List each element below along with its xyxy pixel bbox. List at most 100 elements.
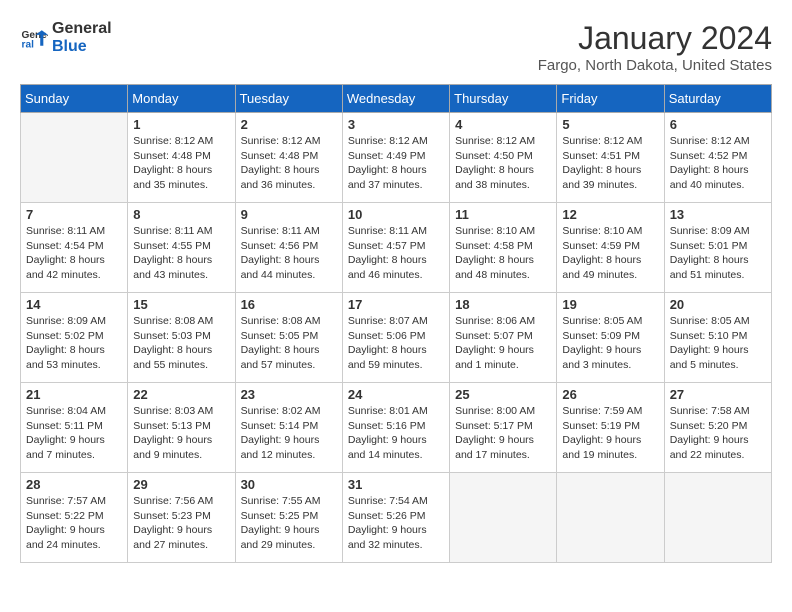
day-info: Sunrise: 8:11 AMSunset: 4:55 PMDaylight:…: [133, 224, 229, 283]
day-number: 19: [562, 297, 658, 312]
day-number: 27: [670, 387, 766, 402]
day-info: Sunrise: 7:57 AMSunset: 5:22 PMDaylight:…: [26, 494, 122, 553]
day-info: Sunrise: 8:11 AMSunset: 4:56 PMDaylight:…: [241, 224, 337, 283]
day-number: 9: [241, 207, 337, 222]
day-number: 28: [26, 477, 122, 492]
weekday-header-cell: Friday: [557, 85, 664, 113]
day-number: 29: [133, 477, 229, 492]
day-info: Sunrise: 7:54 AMSunset: 5:26 PMDaylight:…: [348, 494, 444, 553]
calendar-cell: [21, 113, 128, 203]
day-info: Sunrise: 8:08 AMSunset: 5:03 PMDaylight:…: [133, 314, 229, 373]
weekday-header-cell: Monday: [128, 85, 235, 113]
day-number: 14: [26, 297, 122, 312]
calendar-cell: [557, 473, 664, 563]
day-info: Sunrise: 8:00 AMSunset: 5:17 PMDaylight:…: [455, 404, 551, 463]
weekday-header-cell: Thursday: [450, 85, 557, 113]
day-number: 25: [455, 387, 551, 402]
day-number: 12: [562, 207, 658, 222]
day-info: Sunrise: 8:12 AMSunset: 4:50 PMDaylight:…: [455, 134, 551, 193]
day-info: Sunrise: 7:56 AMSunset: 5:23 PMDaylight:…: [133, 494, 229, 553]
calendar-cell: 14Sunrise: 8:09 AMSunset: 5:02 PMDayligh…: [21, 293, 128, 383]
day-number: 8: [133, 207, 229, 222]
calendar-cell: 4 Sunrise: 8:12 AMSunset: 4:50 PMDaylight…: [450, 113, 557, 203]
day-info: Sunrise: 8:12 AMSunset: 4:51 PMDaylight:…: [562, 134, 658, 193]
day-info: Sunrise: 8:10 AMSunset: 4:58 PMDaylight:…: [455, 224, 551, 283]
day-info: Sunrise: 7:59 AMSunset: 5:19 PMDaylight:…: [562, 404, 658, 463]
calendar-cell: 17 Sunrise: 8:07 AMSunset: 5:06 PMDayligh…: [342, 293, 449, 383]
day-info: Sunrise: 7:58 AMSunset: 5:20 PMDaylight:…: [670, 404, 766, 463]
day-info: Sunrise: 8:09 AMSunset: 5:01 PMDaylight:…: [670, 224, 766, 283]
day-info: Sunrise: 8:01 AMSunset: 5:16 PMDaylight:…: [348, 404, 444, 463]
weekday-header-row: SundayMondayTuesdayWednesdayThursdayFrid…: [21, 85, 772, 113]
calendar-cell: [664, 473, 771, 563]
calendar-body: 1 Sunrise: 8:12 AMSunset: 4:48 PMDaylight…: [21, 113, 772, 563]
calendar-cell: 1 Sunrise: 8:12 AMSunset: 4:48 PMDaylight…: [128, 113, 235, 203]
calendar-cell: 24 Sunrise: 8:01 AMSunset: 5:16 PMDayligh…: [342, 383, 449, 473]
day-number: 5: [562, 117, 658, 132]
day-number: 17: [348, 297, 444, 312]
day-info: Sunrise: 8:02 AMSunset: 5:14 PMDaylight:…: [241, 404, 337, 463]
day-number: 21: [26, 387, 122, 402]
calendar-cell: 13 Sunrise: 8:09 AMSunset: 5:01 PMDayligh…: [664, 203, 771, 293]
calendar-cell: 22Sunrise: 8:03 AMSunset: 5:13 PMDayligh…: [128, 383, 235, 473]
calendar-cell: 15Sunrise: 8:08 AMSunset: 5:03 PMDayligh…: [128, 293, 235, 383]
calendar-cell: 31 Sunrise: 7:54 AMSunset: 5:26 PMDayligh…: [342, 473, 449, 563]
day-number: 13: [670, 207, 766, 222]
logo-text-line1: General: [52, 20, 112, 38]
day-number: 26: [562, 387, 658, 402]
day-info: Sunrise: 8:05 AMSunset: 5:09 PMDaylight:…: [562, 314, 658, 373]
day-number: 2: [241, 117, 337, 132]
calendar-cell: 2 Sunrise: 8:12 AMSunset: 4:48 PMDaylight…: [235, 113, 342, 203]
logo-text-line2: Blue: [52, 38, 112, 56]
day-info: Sunrise: 7:55 AMSunset: 5:25 PMDaylight:…: [241, 494, 337, 553]
location-title: Fargo, North Dakota, United States: [538, 57, 772, 74]
calendar-cell: 29 Sunrise: 7:56 AMSunset: 5:23 PMDayligh…: [128, 473, 235, 563]
day-number: 23: [241, 387, 337, 402]
day-info: Sunrise: 8:06 AMSunset: 5:07 PMDaylight:…: [455, 314, 551, 373]
day-info: Sunrise: 8:10 AMSunset: 4:59 PMDaylight:…: [562, 224, 658, 283]
calendar-cell: 12 Sunrise: 8:10 AMSunset: 4:59 PMDayligh…: [557, 203, 664, 293]
weekday-header-cell: Wednesday: [342, 85, 449, 113]
day-info: Sunrise: 8:12 AMSunset: 4:48 PMDaylight:…: [241, 134, 337, 193]
calendar-cell: 28 Sunrise: 7:57 AMSunset: 5:22 PMDayligh…: [21, 473, 128, 563]
calendar-cell: 21Sunrise: 8:04 AMSunset: 5:11 PMDayligh…: [21, 383, 128, 473]
calendar-week-row: 7 Sunrise: 8:11 AMSunset: 4:54 PMDaylight…: [21, 203, 772, 293]
calendar-week-row: 21Sunrise: 8:04 AMSunset: 5:11 PMDayligh…: [21, 383, 772, 473]
day-info: Sunrise: 8:12 AMSunset: 4:48 PMDaylight:…: [133, 134, 229, 193]
day-info: Sunrise: 8:07 AMSunset: 5:06 PMDaylight:…: [348, 314, 444, 373]
day-number: 24: [348, 387, 444, 402]
day-info: Sunrise: 8:12 AMSunset: 4:49 PMDaylight:…: [348, 134, 444, 193]
calendar-week-row: 14Sunrise: 8:09 AMSunset: 5:02 PMDayligh…: [21, 293, 772, 383]
weekday-header-cell: Saturday: [664, 85, 771, 113]
day-number: 7: [26, 207, 122, 222]
day-number: 31: [348, 477, 444, 492]
day-number: 16: [241, 297, 337, 312]
calendar-cell: 7 Sunrise: 8:11 AMSunset: 4:54 PMDaylight…: [21, 203, 128, 293]
weekday-header-cell: Tuesday: [235, 85, 342, 113]
day-info: Sunrise: 8:08 AMSunset: 5:05 PMDaylight:…: [241, 314, 337, 373]
day-number: 1: [133, 117, 229, 132]
calendar-cell: 27 Sunrise: 7:58 AMSunset: 5:20 PMDayligh…: [664, 383, 771, 473]
day-number: 3: [348, 117, 444, 132]
calendar-week-row: 1 Sunrise: 8:12 AMSunset: 4:48 PMDaylight…: [21, 113, 772, 203]
header: Gene- ral General Blue January 2024 Farg…: [20, 20, 772, 74]
calendar-cell: 5 Sunrise: 8:12 AMSunset: 4:51 PMDaylight…: [557, 113, 664, 203]
day-info: Sunrise: 8:11 AMSunset: 4:54 PMDaylight:…: [26, 224, 122, 283]
weekday-header-cell: Sunday: [21, 85, 128, 113]
calendar-cell: 23 Sunrise: 8:02 AMSunset: 5:14 PMDayligh…: [235, 383, 342, 473]
title-area: January 2024 Fargo, North Dakota, United…: [538, 20, 772, 74]
day-number: 11: [455, 207, 551, 222]
day-info: Sunrise: 8:03 AMSunset: 5:13 PMDaylight:…: [133, 404, 229, 463]
calendar-cell: 6Sunrise: 8:12 AMSunset: 4:52 PMDaylight…: [664, 113, 771, 203]
day-info: Sunrise: 8:11 AMSunset: 4:57 PMDaylight:…: [348, 224, 444, 283]
month-title: January 2024: [538, 20, 772, 57]
day-number: 4: [455, 117, 551, 132]
logo-icon: Gene- ral: [20, 24, 48, 52]
calendar-cell: 25 Sunrise: 8:00 AMSunset: 5:17 PMDayligh…: [450, 383, 557, 473]
calendar-cell: 11 Sunrise: 8:10 AMSunset: 4:58 PMDayligh…: [450, 203, 557, 293]
day-number: 20: [670, 297, 766, 312]
calendar-cell: 8 Sunrise: 8:11 AMSunset: 4:55 PMDaylight…: [128, 203, 235, 293]
logo: Gene- ral General Blue: [20, 20, 112, 55]
svg-text:ral: ral: [22, 39, 35, 50]
calendar-week-row: 28 Sunrise: 7:57 AMSunset: 5:22 PMDayligh…: [21, 473, 772, 563]
